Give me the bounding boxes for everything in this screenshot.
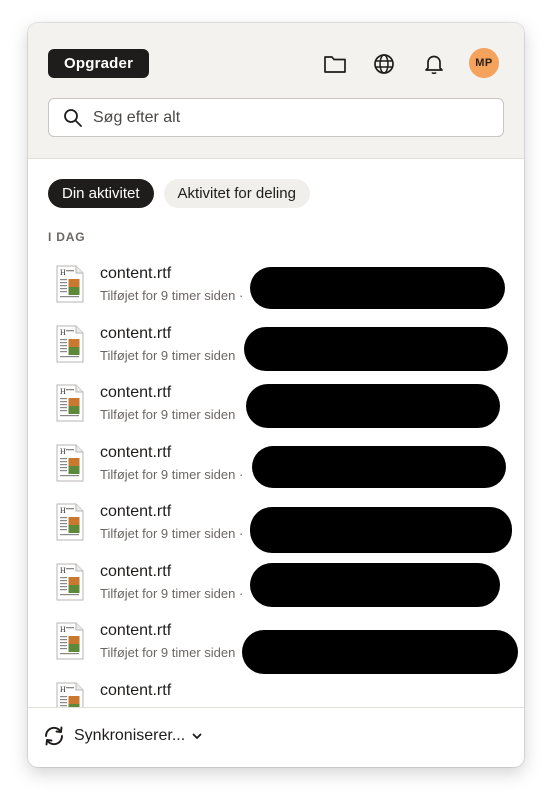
list-item[interactable]: H content.rtf Tilføjet for 9 timer siden: [28, 612, 524, 674]
list-item[interactable]: H content.rtf Tilføjet for 9 timer siden…: [28, 493, 524, 553]
svg-text:H: H: [60, 387, 66, 396]
list-item[interactable]: H content.rtf Tilføjet for 9 timer siden…: [28, 553, 524, 613]
list-item[interactable]: H content.rtf Tilføjet for 9 timer siden: [28, 315, 524, 375]
activity-panel: Opgrader MP Søg efter alt Din aktivitet …: [28, 23, 524, 767]
file-meta: Tilføjet for 9 timer siden: [100, 347, 236, 363]
document-icon: H: [56, 325, 84, 362]
file-name: content.rtf: [100, 384, 172, 401]
list-item[interactable]: H content.rtf: [28, 672, 524, 707]
file-meta: Tilføjet for 9 timer siden: [100, 645, 236, 660]
sync-status-button[interactable]: Synkroniserer...: [42, 724, 203, 748]
list-item[interactable]: H content.rtf Tilføjet for 9 timer siden…: [28, 255, 524, 315]
svg-text:H: H: [60, 506, 66, 515]
document-icon: H: [56, 563, 84, 600]
file-meta: Tilføjet for 9 timer siden ·: [100, 585, 244, 601]
search-box[interactable]: [48, 98, 504, 137]
file-name: content.rtf: [100, 503, 172, 520]
list-item[interactable]: H content.rtf Tilføjet for 9 timer siden…: [28, 434, 524, 494]
svg-text:H: H: [60, 566, 66, 575]
file-name: content.rtf: [100, 265, 172, 282]
file-name: content.rtf: [100, 443, 172, 461]
document-icon: H: [56, 503, 84, 541]
redaction-mark: [242, 630, 518, 674]
file-name: content.rtf: [100, 681, 172, 699]
status-footer: Synkroniserer...: [28, 707, 524, 767]
svg-text:H: H: [60, 328, 66, 337]
globe-icon[interactable]: [369, 49, 399, 79]
tab-sharing-activity[interactable]: Aktivitet for deling: [163, 179, 310, 208]
svg-text:H: H: [60, 268, 66, 277]
avatar[interactable]: MP: [469, 48, 499, 78]
file-name: content.rtf: [100, 562, 172, 580]
document-icon: H: [56, 384, 84, 422]
file-name: content.rtf: [100, 324, 172, 342]
chevron-down-icon: [192, 733, 202, 739]
upgrade-button[interactable]: Opgrader: [48, 49, 150, 78]
folder-icon[interactable]: [320, 49, 350, 79]
document-icon: H: [56, 265, 84, 303]
panel-header: Opgrader MP: [28, 23, 524, 159]
document-icon: H: [56, 622, 84, 660]
bell-icon[interactable]: [419, 49, 449, 79]
search-input[interactable]: [91, 107, 495, 128]
section-label-today: I DAG: [48, 230, 86, 244]
redaction-mark: [252, 445, 506, 488]
file-meta: Tilføjet for 9 timer siden: [100, 407, 236, 422]
sync-label: Synkroniserer...: [74, 727, 186, 744]
file-meta: Tilføjet for 9 timer siden ·: [100, 466, 244, 482]
document-icon: H: [56, 682, 84, 707]
activity-tabs: Din aktivitet Aktivitet for deling: [48, 179, 310, 208]
file-meta: Tilføjet for 9 timer siden ·: [100, 288, 244, 303]
redaction-mark: [250, 267, 505, 309]
activity-list: H content.rtf Tilføjet for 9 timer siden…: [28, 255, 524, 707]
file-meta: Tilføjet for 9 timer siden ·: [100, 526, 244, 541]
svg-text:H: H: [60, 685, 66, 694]
document-icon: H: [56, 444, 84, 481]
sync-icon: [45, 726, 63, 746]
redaction-mark: [250, 507, 512, 553]
tab-your-activity[interactable]: Din aktivitet: [48, 179, 154, 208]
redaction-mark: [250, 562, 500, 607]
redaction-mark: [246, 384, 500, 428]
svg-text:H: H: [60, 447, 66, 456]
file-name: content.rtf: [100, 622, 172, 639]
redaction-mark: [244, 326, 508, 371]
svg-text:H: H: [60, 625, 66, 634]
list-item[interactable]: H content.rtf Tilføjet for 9 timer siden: [28, 374, 524, 434]
search-icon: [64, 108, 82, 127]
